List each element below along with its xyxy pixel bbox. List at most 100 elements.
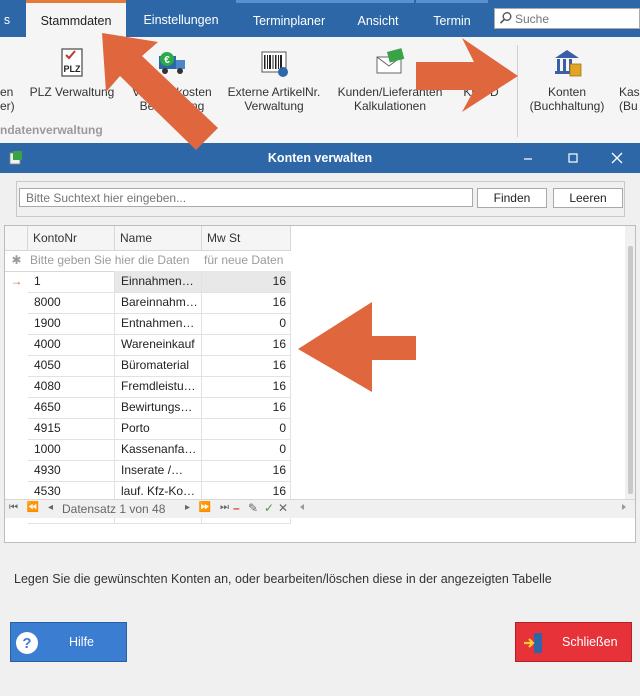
ribbon-button-partial-left[interactable]: en er) (0, 37, 16, 119)
cell-mwst[interactable]: 16 (202, 460, 291, 481)
help-button[interactable]: ? Hilfe (10, 622, 127, 662)
cell-mwst[interactable]: 0 (202, 439, 291, 460)
nav-next-last-icons[interactable]: ▸ ⏩ ⏭ (185, 502, 232, 513)
ribbon-button-label: en (0, 85, 14, 99)
konten-grid[interactable]: KontoNr Name Mw St ✱ Bitte geben Sie hie… (4, 225, 636, 543)
cell-name[interactable]: Inserate /… (115, 460, 202, 481)
cell-mwst[interactable]: 16 (202, 355, 291, 376)
cell-name[interactable]: Porto (115, 418, 202, 439)
cell-name[interactable]: Wareneinkauf (115, 334, 202, 355)
save-record-icon[interactable]: ✓ (264, 501, 274, 515)
cell-name[interactable]: Entnahmen… (115, 313, 202, 334)
cell-mwst[interactable]: 16 (202, 271, 291, 292)
table-row[interactable]: 4050 Büromaterial 16 (28, 355, 291, 377)
table-row[interactable]: 1900 Entnahmen… 0 (28, 313, 291, 335)
help-icon: ? (16, 632, 38, 654)
delete-record-icon[interactable]: – (233, 501, 240, 515)
new-row[interactable]: ✱ Bitte geben Sie hier die Daten für neu… (5, 250, 291, 272)
ribbon-button-label: KFZ-D (463, 85, 499, 99)
record-count-text: Datensatz 1 von 48 (62, 502, 166, 516)
cell-name[interactable]: Büromaterial (115, 355, 202, 376)
ribbon-search-input[interactable] (515, 10, 635, 27)
new-row-hint: für neue Daten (204, 253, 284, 267)
clear-button[interactable]: Leeren (553, 188, 623, 208)
plz-verwaltung-button[interactable]: PLZ PLZ Verwaltung (24, 37, 120, 119)
cell-kontonr[interactable]: 4915 (28, 418, 115, 439)
table-row[interactable]: 1 Einnahmen… 16 (28, 271, 291, 293)
cell-kontonr[interactable]: 1 (28, 271, 115, 292)
table-row[interactable]: 4915 Porto 0 (28, 418, 291, 440)
vertical-scrollbar[interactable] (625, 226, 635, 499)
ribbon-button-label: (Bu (619, 99, 638, 113)
minimize-icon[interactable] (517, 149, 539, 167)
externe-artikelnr-button[interactable]: Externe ArtikelNr. Verwaltung (220, 37, 328, 119)
cell-name[interactable]: Bewirtungs… (115, 397, 202, 418)
new-row-hint: Bitte geben Sie hier die Daten (30, 253, 190, 267)
konten-buchhaltung-button[interactable]: Konten (Buchhaltung) (521, 37, 613, 119)
cell-mwst[interactable]: 16 (202, 292, 291, 313)
search-icon (499, 12, 512, 24)
cell-name[interactable]: Kassenanfa… (115, 439, 202, 460)
cell-mwst[interactable]: 0 (202, 313, 291, 334)
cell-kontonr[interactable]: 4000 (28, 334, 115, 355)
tab-terminplaner[interactable]: Terminplaner (236, 0, 342, 37)
scroll-thumb[interactable] (628, 246, 633, 494)
versandkosten-button[interactable]: € Versandkosten Berechnung (124, 37, 220, 119)
ribbon-button-label: er) (0, 99, 15, 113)
horizontal-scrollbar[interactable] (298, 503, 628, 511)
tab-partial[interactable]: s (0, 0, 14, 37)
tab-termin[interactable]: Termin (416, 0, 488, 37)
cell-mwst[interactable]: 0 (202, 418, 291, 439)
cancel-record-icon[interactable]: ✕ (278, 501, 288, 515)
cell-kontonr[interactable]: 1900 (28, 313, 115, 334)
cell-kontonr[interactable]: 1000 (28, 439, 115, 460)
maximize-icon[interactable] (562, 149, 584, 167)
ribbon-button-label: (Buchhaltung) (529, 99, 605, 113)
table-row[interactable]: 1000 Kassenanfa… 0 (28, 439, 291, 461)
cell-kontonr[interactable]: 4050 (28, 355, 115, 376)
table-row[interactable]: 4000 Wareneinkauf 16 (28, 334, 291, 356)
edit-record-icon[interactable]: ✎ (248, 501, 258, 515)
tab-einstellungen[interactable]: Einstellungen (128, 0, 234, 37)
find-button[interactable]: Finden (477, 188, 547, 208)
kfz-button[interactable]: KFZ-D (452, 37, 510, 119)
search-input[interactable] (19, 188, 473, 207)
close-button-label: Schließen (562, 635, 618, 649)
ribbon-button-label: Kalkulationen (353, 99, 427, 113)
cell-kontonr[interactable]: 4080 (28, 376, 115, 397)
ribbon-button-label: Kass (619, 85, 640, 99)
table-row[interactable]: 8000 Bareinnahm… 16 (28, 292, 291, 314)
column-header-kontonr[interactable]: KontoNr (28, 226, 115, 250)
close-icon[interactable] (606, 149, 628, 167)
envelope-money-icon (376, 48, 405, 74)
ribbon-separator (517, 45, 518, 137)
cell-mwst[interactable]: 16 (202, 397, 291, 418)
cell-kontonr[interactable]: 8000 (28, 292, 115, 313)
svg-text:?: ? (22, 635, 31, 652)
table-row[interactable]: 4930 Inserate /… 16 (28, 460, 291, 482)
ribbon-button-label: Verwaltung (244, 99, 304, 113)
tab-ansicht[interactable]: Ansicht (342, 0, 414, 37)
nav-first-prev-icons[interactable]: ⏮ ⏪ ◂ (9, 502, 56, 513)
cell-name[interactable]: Bareinnahm… (115, 292, 202, 313)
close-dialog-button[interactable]: Schließen (515, 622, 632, 662)
cell-name[interactable]: Fremdleistu… (115, 376, 202, 397)
cell-kontonr[interactable]: 4930 (28, 460, 115, 481)
dialog-body: Finden Leeren KontoNr Name Mw St ✱ Bitte… (0, 173, 640, 696)
column-header-mwst[interactable]: Mw St (202, 226, 291, 250)
table-row[interactable]: 4080 Fremdleistu… 16 (28, 376, 291, 398)
ribbon-button-partial-right[interactable]: Kass(Bu (616, 37, 640, 119)
cell-kontonr[interactable]: 4650 (28, 397, 115, 418)
kunden-lieferanten-kalkulationen-button[interactable]: Kunden/Lieferanten Kalkulationen (332, 37, 448, 119)
ribbon-search-box[interactable] (494, 8, 640, 29)
svg-text:€: € (164, 55, 170, 66)
cell-name[interactable]: Einnahmen… (115, 271, 202, 292)
new-row-marker: ✱ (11, 253, 22, 267)
dialog-title-bar[interactable]: Konten verwalten (0, 143, 640, 173)
tab-stammdaten[interactable]: Stammdaten (26, 0, 126, 37)
cell-mwst[interactable]: 16 (202, 334, 291, 355)
table-row[interactable]: 4650 Bewirtungs… 16 (28, 397, 291, 419)
cell-mwst[interactable]: 16 (202, 376, 291, 397)
current-row-marker: → (10, 274, 23, 288)
column-header-name[interactable]: Name (115, 226, 202, 250)
